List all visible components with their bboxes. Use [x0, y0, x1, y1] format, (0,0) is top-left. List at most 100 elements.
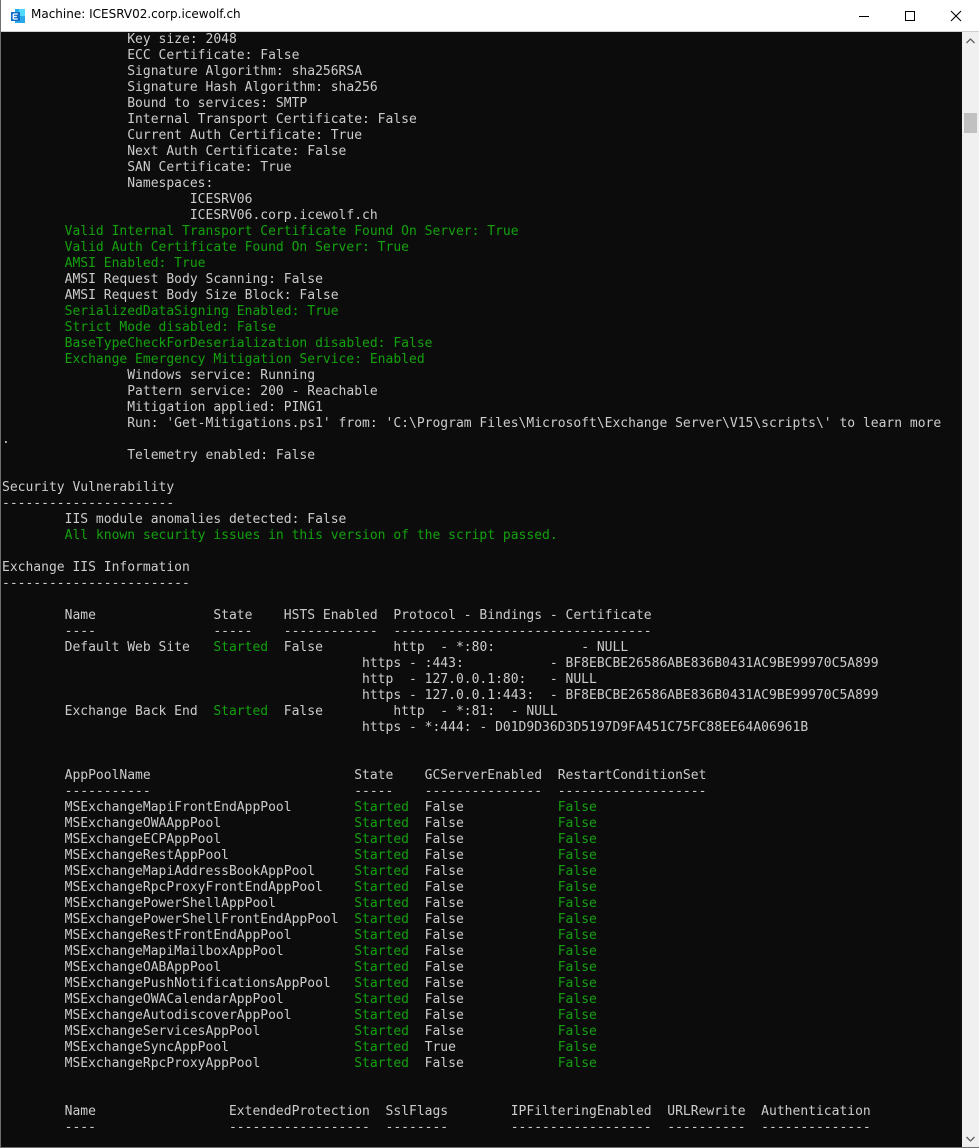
console-text: False — [409, 1008, 558, 1023]
console-line: Pattern service: 200 - Reachable — [2, 384, 378, 399]
status-value: False — [557, 960, 597, 975]
console-text: False — [409, 848, 558, 863]
console-line: BaseTypeCheckForDeserialization disabled… — [2, 336, 433, 351]
console-line: MSExchangeOABAppPool Started False False — [2, 960, 962, 976]
console-line: https - 127.0.0.1:443: - BF8EBCBE26586AB… — [2, 688, 879, 703]
console-line: Bound to services: SMTP — [2, 96, 308, 111]
console-line: ----------- ----- --------------- ------… — [2, 784, 707, 799]
status-value: False — [557, 912, 597, 927]
status-value: False — [557, 832, 597, 847]
console-line: MSExchangePowerShellFrontEndAppPool Star… — [2, 912, 962, 928]
status-value: Started — [354, 816, 409, 831]
vertical-scrollbar[interactable] — [962, 32, 979, 1147]
scrollbar-thumb[interactable] — [964, 113, 977, 133]
console-text: False — [409, 864, 558, 879]
chevron-up-icon — [966, 37, 975, 43]
console-line: Exchange IIS Information — [2, 560, 190, 575]
status-value: False — [557, 1008, 597, 1023]
console-line: MSExchangeOWAAppPool Started False False — [2, 816, 962, 832]
console-line: MSExchangeAutodiscoverAppPool Started Fa… — [2, 1008, 962, 1024]
console-text: False — [409, 1024, 558, 1039]
scroll-down-button[interactable] — [962, 1130, 979, 1147]
console-text: True — [409, 1040, 558, 1055]
console-text: False — [409, 800, 558, 815]
console-text: MSExchangeRestFrontEndAppPool — [2, 928, 355, 943]
status-value: False — [557, 880, 597, 895]
status-value: False — [557, 928, 597, 943]
console-line: ICESRV06.corp.icewolf.ch — [2, 208, 378, 223]
console-text: False — [409, 992, 558, 1007]
status-value: Started — [354, 800, 409, 815]
status-value: Started — [354, 864, 409, 879]
console-line: ICESRV06 — [2, 192, 253, 207]
console-line: MSExchangePushNotificationsAppPool Start… — [2, 976, 962, 992]
status-value: Started — [213, 640, 269, 655]
console-line: ECC Certificate: False — [2, 48, 300, 63]
status-value: Started — [354, 832, 409, 847]
status-value: False — [557, 1024, 597, 1039]
console-line: Exchange Back End Started False http - *… — [2, 704, 962, 720]
console-line: Default Web Site Started False http - *:… — [2, 640, 962, 656]
status-value: Started — [354, 912, 409, 927]
console-line: AMSI Request Body Scanning: False — [2, 272, 323, 287]
console-line: Valid Internal Transport Certificate Fou… — [2, 224, 519, 239]
scroll-up-button[interactable] — [962, 32, 979, 49]
console-line: Security Vulnerability — [2, 480, 175, 495]
status-value: Started — [213, 704, 269, 719]
console-line: MSExchangeMapiAddressBookAppPool Started… — [2, 864, 962, 880]
console-text: False — [409, 976, 558, 991]
status-value: Started — [354, 960, 409, 975]
maximize-icon — [905, 10, 915, 21]
console-line: Telemetry enabled: False — [2, 448, 316, 463]
console-line: AMSI Request Body Size Block: False — [2, 288, 339, 303]
console-line: SerializedDataSigning Enabled: True — [2, 304, 339, 319]
console-line: MSExchangeMapiMailboxAppPool Started Fal… — [2, 944, 962, 960]
console-line: Run: 'Get-Mitigations.ps1' from: 'C:\Pro… — [2, 416, 942, 431]
console-line: ---- ------------------ -------- -------… — [2, 1120, 871, 1135]
console-text: MSExchangeRpcProxyAppPool — [2, 1056, 355, 1071]
title-bar[interactable]: Machine: ICESRV02.corp.icewolf.ch — [1, 0, 979, 32]
console-text: MSExchangeECPAppPool — [2, 832, 355, 847]
status-value: False — [557, 816, 597, 831]
console-text: MSExchangeOWACalendarAppPool — [2, 992, 355, 1007]
minimize-button[interactable] — [841, 0, 887, 31]
console-line: MSExchangePowerShellAppPool Started Fals… — [2, 896, 962, 912]
window-title: Machine: ICESRV02.corp.icewolf.ch — [31, 7, 241, 21]
console-window: Machine: ICESRV02.corp.icewolf.ch Key si… — [0, 0, 979, 1148]
console-text: MSExchangeMapiAddressBookAppPool — [2, 864, 355, 879]
console-output[interactable]: Key size: 2048 ECC Certificate: False Si… — [2, 32, 962, 1147]
console-line: MSExchangeRpcProxyFrontEndAppPool Starte… — [2, 880, 962, 896]
console-line: Strict Mode disabled: False — [2, 320, 276, 335]
console-line: MSExchangeECPAppPool Started False False — [2, 832, 962, 848]
console-text: False — [409, 944, 558, 959]
console-line: All known security issues in this versio… — [2, 528, 558, 543]
status-value: Started — [354, 928, 409, 943]
console-line: Current Auth Certificate: True — [2, 128, 363, 143]
console-text: False http - *:81: - NULL — [268, 704, 558, 719]
console-text: False — [409, 816, 558, 831]
console-line: Name State HSTS Enabled Protocol - Bindi… — [2, 608, 652, 623]
status-value: Started — [354, 1008, 409, 1023]
console-line: https - :443: - BF8EBCBE26586ABE836B0431… — [2, 656, 879, 671]
console-text: MSExchangeRestAppPool — [2, 848, 355, 863]
console-text: MSExchangePushNotificationsAppPool — [2, 976, 355, 991]
console-line: Signature Algorithm: sha256RSA — [2, 64, 363, 79]
console-line: Valid Auth Certificate Found On Server: … — [2, 240, 409, 255]
console-text: False — [409, 1056, 558, 1071]
console-line: MSExchangeSyncAppPool Started True False — [2, 1040, 962, 1056]
status-value: Started — [354, 1040, 409, 1055]
close-button[interactable] — [933, 0, 979, 31]
console-text: MSExchangeRpcProxyFrontEndAppPool — [2, 880, 355, 895]
console-line: Key size: 2048 — [2, 32, 237, 47]
console-line: Exchange Emergency Mitigation Service: E… — [2, 352, 425, 367]
console-text: False — [409, 896, 558, 911]
maximize-button[interactable] — [887, 0, 933, 31]
console-text: MSExchangeMapiMailboxAppPool — [2, 944, 355, 959]
console-line: http - 127.0.0.1:80: - NULL — [2, 672, 597, 687]
status-value: Started — [354, 1024, 409, 1039]
